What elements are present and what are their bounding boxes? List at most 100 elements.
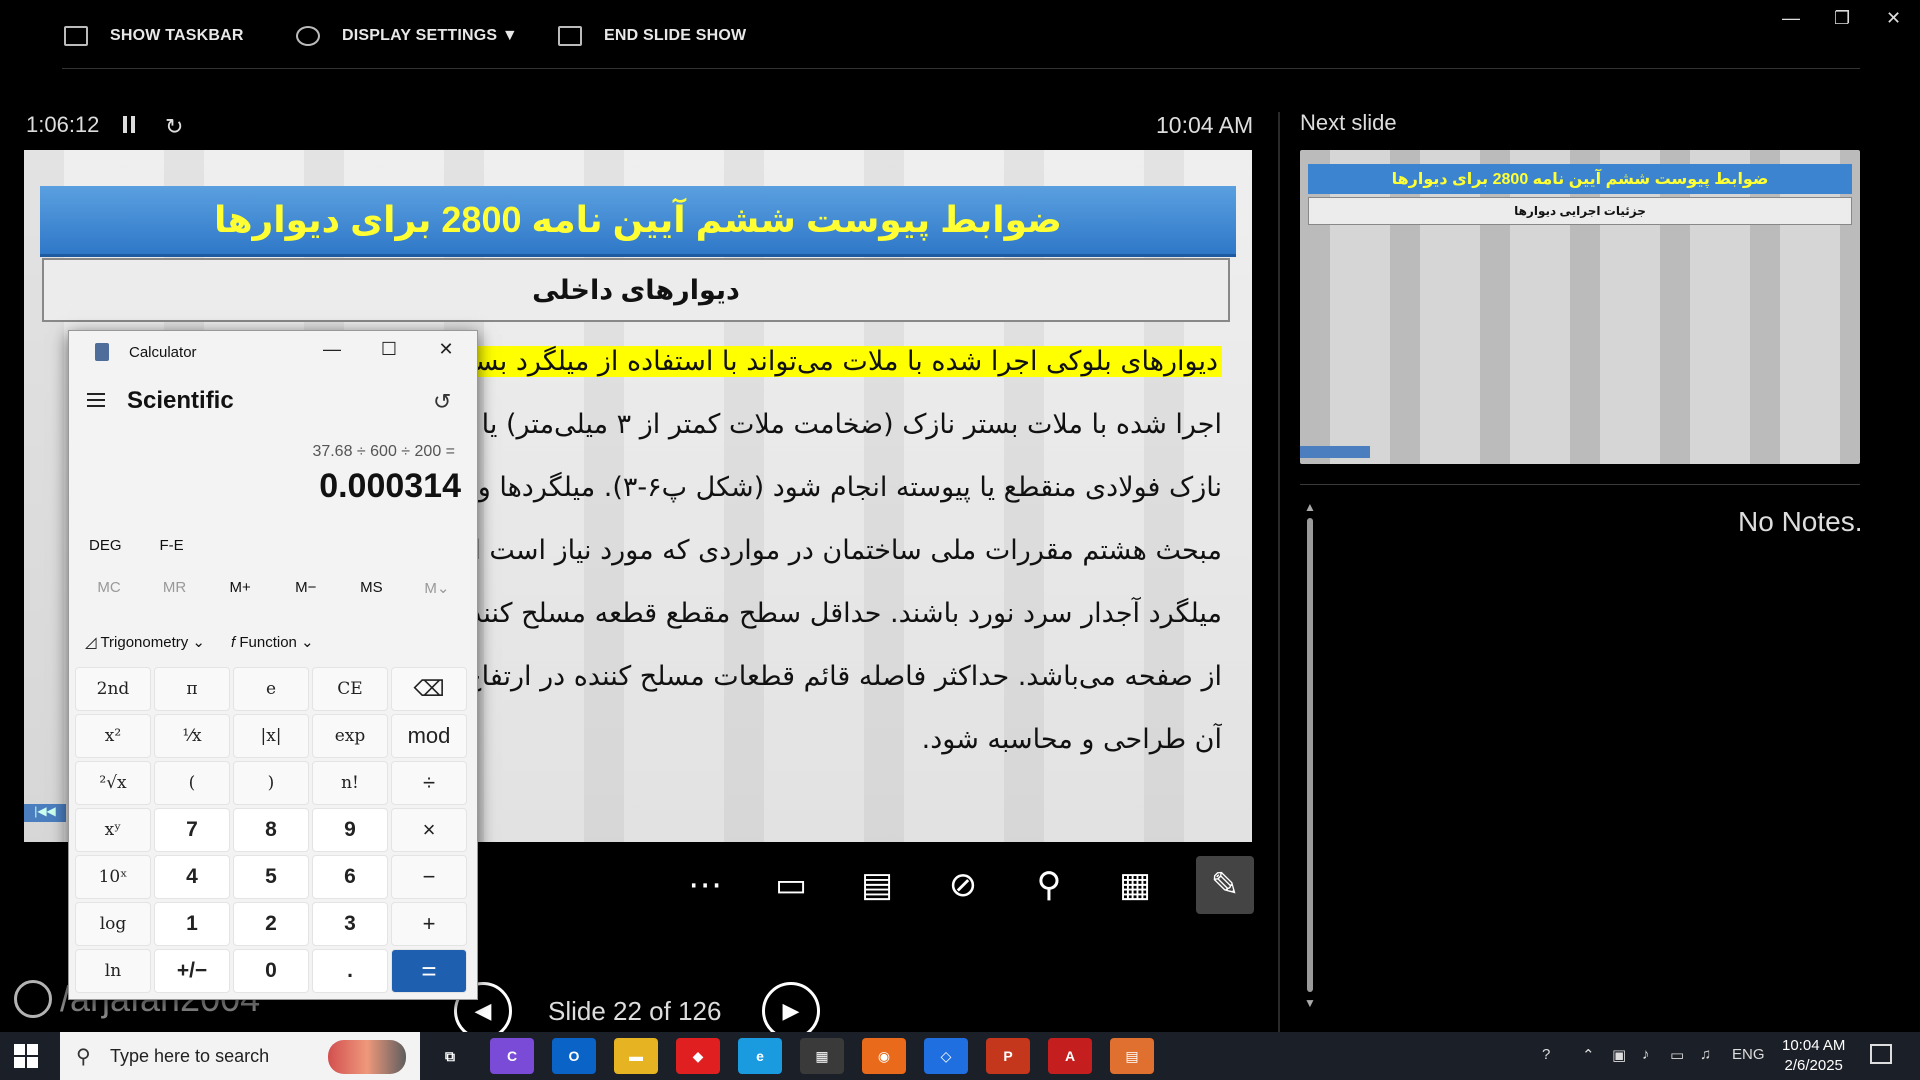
calc-key[interactable]: 2nd [75, 667, 151, 711]
calc-key[interactable]: e [233, 667, 309, 711]
calc-key[interactable]: ln [75, 949, 151, 993]
calc-key[interactable]: . [312, 949, 388, 993]
deg-button[interactable]: DEG [89, 537, 122, 554]
edge-icon[interactable]: e [738, 1038, 782, 1074]
calc-key[interactable]: 8 [233, 808, 309, 852]
calc-key[interactable]: log [75, 902, 151, 946]
calc-key[interactable]: ²√x [75, 761, 151, 805]
ms-button[interactable]: MS [339, 579, 403, 597]
calc-key[interactable]: |x| [233, 714, 309, 758]
restart-timer-icon[interactable]: ↻ [165, 114, 183, 140]
pen-icon[interactable]: ✎ [1196, 856, 1254, 914]
calc-key[interactable]: = [391, 949, 467, 993]
acrobat-icon[interactable]: A [1048, 1038, 1092, 1074]
calc-key[interactable]: 4 [154, 855, 230, 899]
calc-key[interactable]: 7 [154, 808, 230, 852]
help-icon[interactable]: ? [1542, 1046, 1550, 1063]
copilot-icon[interactable]: C [490, 1038, 534, 1074]
m-minus-button[interactable]: M− [274, 579, 338, 597]
calc-key[interactable]: xʸ [75, 808, 151, 852]
battery-icon[interactable]: ▭ [1670, 1046, 1684, 1064]
calc-maximize-icon[interactable]: ☐ [374, 339, 404, 360]
calc-key[interactable]: 5 [233, 855, 309, 899]
show-taskbar-button[interactable]: SHOW TASKBAR [64, 26, 244, 46]
scroll-up-icon[interactable]: ▲ [1302, 500, 1318, 514]
zoom-icon[interactable]: ⚲ [1020, 856, 1078, 914]
history-icon[interactable]: ↺ [433, 389, 451, 415]
calc-key[interactable]: − [391, 855, 467, 899]
calc-key[interactable]: × [391, 808, 467, 852]
language-indicator[interactable]: ENG [1732, 1046, 1765, 1063]
volume-icon[interactable]: ♫ [1700, 1046, 1711, 1063]
trigonometry-dropdown[interactable]: ◿ Trigonometry ⌄ [85, 633, 205, 651]
taskbar-search[interactable]: ⚲ Type here to search [60, 1032, 420, 1080]
subtitles-icon[interactable]: ▤ [848, 856, 906, 914]
calc-key[interactable]: ⌫ [391, 667, 467, 711]
notes-scrollbar[interactable]: ▲ ▼ [1302, 500, 1318, 1010]
notifications-icon[interactable] [1870, 1044, 1892, 1064]
mc-button[interactable]: MC [77, 579, 141, 597]
taskbar-clock[interactable]: 10:04 AM 2/6/2025 [1782, 1036, 1845, 1076]
calculator-window[interactable]: Calculator — ☐ ✕ Scientific ↺ 37.68 ÷ 60… [68, 330, 478, 1000]
calc-key[interactable]: exp [312, 714, 388, 758]
calc-key[interactable]: + [391, 902, 467, 946]
calc-key[interactable]: ¹⁄x [154, 714, 230, 758]
calc-key[interactable]: n! [312, 761, 388, 805]
calc-key[interactable]: ( [154, 761, 230, 805]
slide-subtitle: دیوارهای داخلی [42, 258, 1230, 322]
fe-button[interactable]: F-E [160, 537, 184, 554]
file-explorer-icon[interactable]: ▬ [614, 1038, 658, 1074]
windows-start-icon[interactable] [14, 1044, 38, 1068]
calculator-taskbar-icon[interactable]: ▤ [1110, 1038, 1154, 1074]
mr-button[interactable]: MR [143, 579, 207, 597]
calc-key[interactable]: ÷ [391, 761, 467, 805]
see-all-slides-icon[interactable]: ▦ [1106, 856, 1164, 914]
camera-icon[interactable]: ▭ [762, 856, 820, 914]
scroll-thumb[interactable] [1307, 518, 1313, 992]
calc-key[interactable]: 1 [154, 902, 230, 946]
black-screen-icon[interactable]: ⊘ [934, 856, 992, 914]
calc-key[interactable]: CE [312, 667, 388, 711]
elapsed-timer: 1:06:12 [26, 112, 100, 137]
red-diamond-app-icon[interactable]: ◆ [676, 1038, 720, 1074]
calc-key[interactable]: 9 [312, 808, 388, 852]
next-slide-title: ضوابط پیوست ششم آیین نامه 2800 برای دیوا… [1308, 164, 1852, 194]
calc-key[interactable]: π [154, 667, 230, 711]
calc-key[interactable]: 6 [312, 855, 388, 899]
end-slide-show-button[interactable]: END SLIDE SHOW [558, 26, 746, 46]
close-icon[interactable]: ✕ [1886, 8, 1901, 29]
calc-key[interactable]: x² [75, 714, 151, 758]
more-options-icon[interactable]: ⋯ [676, 856, 734, 914]
firefox-icon[interactable]: ◉ [862, 1038, 906, 1074]
calc-minimize-icon[interactable]: — [317, 339, 347, 360]
calc-key[interactable]: 0 [233, 949, 309, 993]
minimize-icon[interactable]: — [1782, 8, 1800, 29]
microsoft-store-icon[interactable]: ▦ [800, 1038, 844, 1074]
calculator-titlebar[interactable]: Calculator — ☐ ✕ [69, 331, 475, 373]
calc-key[interactable]: 3 [312, 902, 388, 946]
trigonometry-label: Trigonometry [100, 634, 189, 651]
m-plus-button[interactable]: M+ [208, 579, 272, 597]
calc-key[interactable]: +/− [154, 949, 230, 993]
dropbox-icon[interactable]: ◇ [924, 1038, 968, 1074]
display-settings-button[interactable]: DISPLAY SETTINGS ▼ [296, 26, 518, 46]
calc-key[interactable]: mod [391, 714, 467, 758]
next-slide-thumbnail[interactable]: ضوابط پیوست ششم آیین نامه 2800 برای دیوا… [1300, 150, 1860, 464]
powerpoint-icon[interactable]: P [986, 1038, 1030, 1074]
pause-icon[interactable] [122, 116, 136, 133]
calc-key[interactable]: ) [233, 761, 309, 805]
menu-icon[interactable] [87, 393, 105, 407]
outlook-icon[interactable]: O [552, 1038, 596, 1074]
speaker-notes: No Notes. [1738, 506, 1863, 537]
task-view-icon[interactable]: ⧉ [428, 1038, 472, 1074]
memory-list-button[interactable]: M⌄ [405, 579, 469, 597]
calc-key[interactable]: 2 [233, 902, 309, 946]
function-dropdown[interactable]: f Function ⌄ [231, 633, 314, 651]
show-hidden-icons-chevron[interactable]: ⌃ [1582, 1046, 1595, 1064]
restore-icon[interactable]: ❐ [1834, 8, 1850, 29]
microphone-icon[interactable]: ♪ [1642, 1046, 1650, 1063]
calc-close-icon[interactable]: ✕ [431, 339, 461, 360]
meet-now-icon[interactable]: ▣ [1612, 1046, 1626, 1064]
calc-key[interactable]: 10ˣ [75, 855, 151, 899]
scroll-down-icon[interactable]: ▼ [1302, 996, 1318, 1010]
